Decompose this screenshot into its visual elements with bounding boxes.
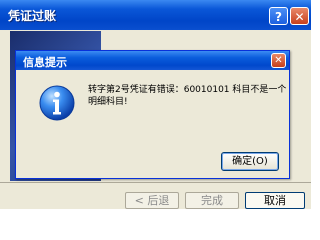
- back-button[interactable]: < 后退: [125, 192, 179, 209]
- dialog-titlebar[interactable]: 信息提示 ✕: [16, 51, 289, 70]
- ok-button[interactable]: 确定(O): [221, 152, 279, 171]
- cancel-button[interactable]: 取消: [245, 192, 305, 209]
- divider: [0, 182, 311, 183]
- parent-close-button[interactable]: ✕: [290, 7, 309, 25]
- dialog-close-button[interactable]: ✕: [271, 53, 286, 68]
- dialog-message: 转字第2号凭证有错误：60010101 科目不是一个明细科目!: [88, 85, 287, 107]
- info-dialog: 信息提示 ✕ 转字第2号凭证有错误：60010101 科目不是一个明细科目! 确…: [15, 50, 290, 179]
- parent-window-title: 凭证过账: [8, 9, 57, 23]
- help-button[interactable]: ?: [269, 7, 288, 25]
- dialog-title: 信息提示: [23, 56, 67, 69]
- information-icon: [39, 85, 75, 121]
- finish-button[interactable]: 完成: [185, 192, 239, 209]
- parent-titlebar[interactable]: 凭证过账 ? ✕: [0, 0, 311, 30]
